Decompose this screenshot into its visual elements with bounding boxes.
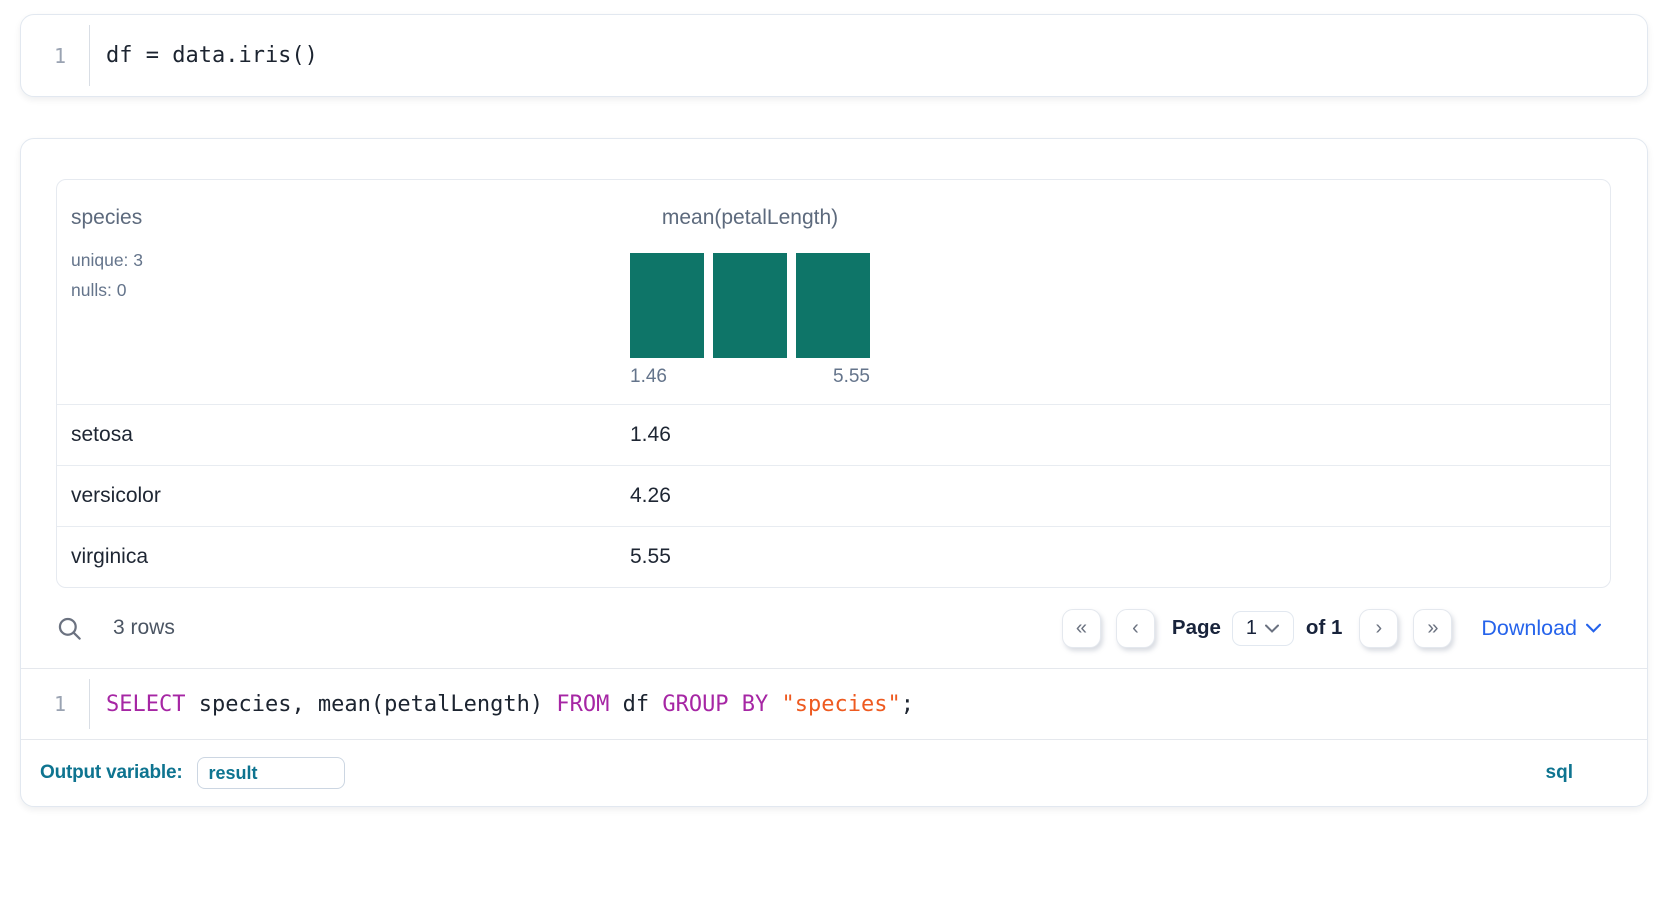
null-count: nulls: 0 [71, 275, 630, 305]
column-header-species[interactable]: species unique: 3 nulls: 0 [71, 206, 630, 388]
sql-text: ; [901, 692, 914, 717]
histogram-axis: 1.46 5.55 [630, 366, 870, 388]
sql-text: df [609, 692, 662, 717]
download-label: Download [1481, 616, 1577, 641]
page-total-label: of 1 [1306, 616, 1342, 640]
chevron-right-icon: › [1376, 617, 1383, 640]
cell-species[interactable]: virginica [71, 545, 630, 569]
table-row[interactable]: setosa 1.46 [57, 404, 1610, 465]
summary-histogram [630, 253, 870, 358]
histogram-bar [630, 253, 704, 358]
column-title[interactable]: mean(petalLength) [630, 206, 870, 230]
next-page-button[interactable]: › [1359, 609, 1398, 648]
sql-text [768, 692, 781, 717]
cell-value[interactable]: 5.55 [630, 545, 1610, 569]
output-variable-bar: Output variable: sql [21, 740, 1647, 806]
unique-count: unique: 3 [71, 245, 630, 275]
sql-text: species, mean(petalLength) [185, 692, 556, 717]
table-row[interactable]: versicolor 4.26 [57, 465, 1610, 526]
page-select-value: 1 [1246, 617, 1257, 640]
page-label: Page [1172, 616, 1221, 640]
language-badge: sql [1546, 762, 1573, 784]
sql-result-cell: species unique: 3 nulls: 0 mean(petalLen… [20, 138, 1648, 807]
previous-page-button[interactable]: ‹ [1116, 609, 1155, 648]
sql-keyword: SELECT [106, 692, 185, 717]
column-stats: unique: 3 nulls: 0 [71, 245, 630, 305]
chevron-left-icon: ‹ [1132, 617, 1139, 640]
chevron-down-icon [1586, 623, 1601, 633]
sql-keyword: GROUP BY [662, 692, 768, 717]
search-icon[interactable] [56, 615, 83, 642]
sql-keyword: FROM [556, 692, 609, 717]
double-chevron-right-icon: » [1427, 617, 1438, 640]
row-count: 3 rows [113, 616, 175, 640]
output-variable-input[interactable] [197, 757, 345, 789]
table-footer: 3 rows « ‹ Page 1 of 1 › » Download [56, 588, 1611, 668]
axis-min-label: 1.46 [630, 366, 667, 388]
chevron-down-icon [1265, 624, 1279, 633]
column-title[interactable]: species [71, 206, 630, 230]
sql-code-line[interactable]: SELECT species, mean(petalLength) FROM d… [90, 692, 914, 717]
cell-species[interactable]: setosa [71, 423, 630, 447]
last-page-button[interactable]: » [1413, 609, 1452, 648]
cell-value[interactable]: 1.46 [630, 423, 1610, 447]
column-header-mean-petallength[interactable]: mean(petalLength) 1.46 5.55 [630, 206, 1610, 388]
cell-value[interactable]: 4.26 [630, 484, 1610, 508]
cell-species[interactable]: versicolor [71, 484, 630, 508]
pagination: « ‹ Page 1 of 1 › » Download [1062, 609, 1611, 648]
histogram-bar [796, 253, 870, 358]
axis-max-label: 5.55 [833, 366, 870, 388]
line-number: 1 [21, 692, 89, 716]
table-row[interactable]: virginica 5.55 [57, 526, 1610, 587]
python-code-cell[interactable]: 1 df = data.iris() [20, 14, 1648, 97]
first-page-button[interactable]: « [1062, 609, 1101, 648]
download-button[interactable]: Download [1481, 616, 1601, 641]
sql-string: "species" [782, 692, 901, 717]
double-chevron-left-icon: « [1076, 617, 1087, 640]
dataframe-table: species unique: 3 nulls: 0 mean(petalLen… [56, 179, 1611, 588]
line-number: 1 [21, 44, 89, 68]
page-select[interactable]: 1 [1232, 611, 1294, 646]
output-variable-label: Output variable: [40, 762, 182, 784]
sql-code-editor[interactable]: 1 SELECT species, mean(petalLength) FROM… [21, 669, 1647, 739]
table-header-row: species unique: 3 nulls: 0 mean(petalLen… [57, 180, 1610, 404]
histogram-bar [713, 253, 787, 358]
python-code-line[interactable]: df = data.iris() [90, 43, 318, 68]
